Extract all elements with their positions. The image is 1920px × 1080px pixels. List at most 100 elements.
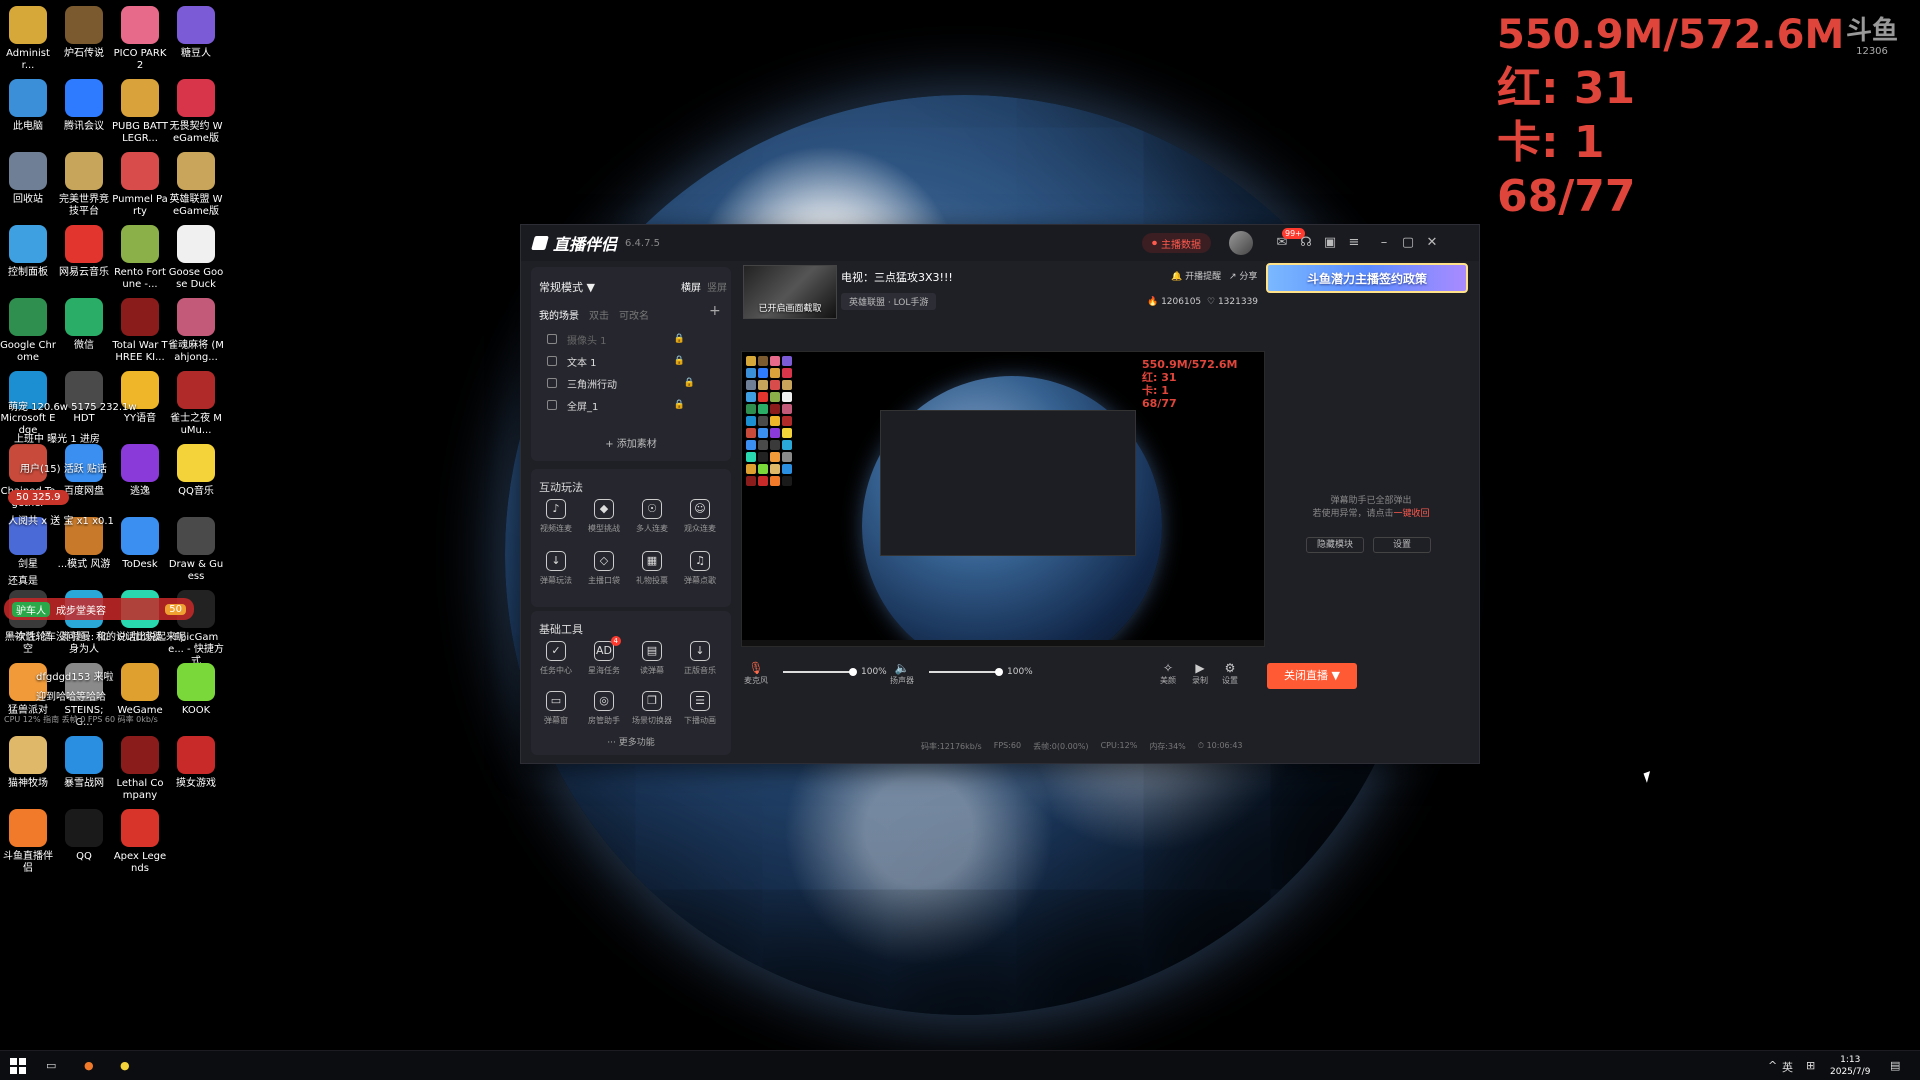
close-icon[interactable]: ✕ <box>1423 234 1441 252</box>
tray-expand-icon[interactable]: ^ <box>1768 1059 1777 1072</box>
lock-icon[interactable]: 🔒 <box>674 334 685 344</box>
headset-icon[interactable]: ☊ <box>1297 234 1315 252</box>
desktop-icon[interactable]: 回收站 <box>0 152 56 206</box>
video-link-button[interactable]: ♪ 视频连麦 <box>533 499 579 534</box>
mic-volume-knob[interactable] <box>849 668 857 676</box>
desktop-icon[interactable]: 猫神牧场 <box>0 736 56 790</box>
desktop-icon[interactable]: 控制面板 <box>0 225 56 279</box>
desktop-icon[interactable]: Administr... <box>0 6 56 72</box>
clock[interactable]: 1:13 2025/7/9 <box>1830 1054 1870 1078</box>
menu-icon[interactable]: ≡ <box>1345 234 1363 252</box>
tab-my-scene[interactable]: 我的场景 <box>539 307 579 322</box>
desktop-icon[interactable]: 摸女游戏 <box>168 736 224 790</box>
desktop-icon[interactable]: 暴雪战网 <box>56 736 112 790</box>
landscape-toggle[interactable]: 横屏 <box>681 279 701 294</box>
avatar[interactable] <box>1229 231 1253 255</box>
end-animation-button[interactable]: ☰ 下播动画 <box>677 691 723 726</box>
music-button[interactable]: ↓ 正版音乐 <box>677 641 723 676</box>
title-bar[interactable]: 直播伴侣 6.4.7.5 ⏺ 主播数据 ✉ 99+ ☊ ▣ ≡ – ▢ ✕ <box>521 225 1479 261</box>
audience-link-button[interactable]: ☺ 观众连麦 <box>677 499 723 534</box>
add-scene-icon[interactable]: + <box>709 303 721 319</box>
desktop-icon[interactable]: 腾讯会议 <box>56 79 112 133</box>
desktop-icon[interactable]: 雀士之夜 MuMu... <box>168 371 224 437</box>
scene-switcher-button[interactable]: ❐ 场景切换器 <box>629 691 675 726</box>
multi-link-button[interactable]: ☉ 多人连麦 <box>629 499 675 534</box>
lock-icon[interactable]: 🔒 <box>684 378 695 388</box>
task-view-icon[interactable]: ▭ <box>46 1059 56 1072</box>
anchor-pocket-button[interactable]: ◇ 主播口袋 <box>581 551 627 586</box>
stream-preview[interactable]: 550.9M/572.6M 红: 31 卡: 1 68/77 <box>741 351 1265 647</box>
recall-link[interactable]: 一键收回 <box>1394 509 1430 519</box>
desktop-icon[interactable]: 雀魂麻将 (Mahjong... <box>168 298 224 364</box>
douyu-taskbar-icon[interactable]: ● <box>84 1059 94 1072</box>
song-request-button[interactable]: ♫ 弹幕点歌 <box>677 551 723 586</box>
desktop-icon[interactable]: Lethal Company <box>112 736 168 802</box>
side-settings-button[interactable]: 设置 <box>1373 537 1431 553</box>
desktop-icon[interactable]: 完美世界竞技平台 <box>56 152 112 218</box>
source-item[interactable]: 摄像头 1 🔒 <box>539 329 723 349</box>
desktop-icon[interactable]: Apex Legends <box>112 809 168 875</box>
desktop-icon[interactable]: 无畏契约 WeGame版 <box>168 79 224 145</box>
desktop-icon[interactable]: QQ音乐 <box>168 444 224 498</box>
beauty-button[interactable]: ✧ 美颜 <box>1153 661 1183 686</box>
desktop-icon[interactable]: WeGame <box>112 663 168 717</box>
keyboard-icon[interactable]: ⊞ <box>1806 1059 1815 1072</box>
mic-volume-slider[interactable] <box>783 668 857 676</box>
portrait-toggle[interactable]: 竖屏 <box>707 279 727 294</box>
desktop-icon[interactable]: 此电脑 <box>0 79 56 133</box>
desktop-icon[interactable]: Google Chrome <box>0 298 56 364</box>
source-item[interactable]: 三角洲行动 🔒 <box>539 373 723 393</box>
desktop-icon[interactable]: KOOK <box>168 663 224 717</box>
minimize-icon[interactable]: – <box>1375 234 1393 252</box>
speaker-volume-slider[interactable] <box>929 668 1003 676</box>
live-data-button[interactable]: ⏺ 主播数据 <box>1142 233 1211 253</box>
star-task-button[interactable]: AD 4 星海任务 <box>581 636 627 676</box>
task-center-button[interactable]: ✓ 任务中心 <box>533 641 579 676</box>
speaker-volume-knob[interactable] <box>995 668 1003 676</box>
record-button[interactable]: ▶ 录制 <box>1185 661 1215 686</box>
desktop-icon[interactable]: Rento Fortune -... <box>112 225 168 291</box>
room-admin-button[interactable]: ◎ 房管助手 <box>581 691 627 726</box>
desktop-icon[interactable]: ToDesk <box>112 517 168 571</box>
mode-dropdown[interactable]: 常规模式 ▼ <box>539 279 595 295</box>
gift-vote-button[interactable]: ▦ 礼物投票 <box>629 551 675 586</box>
desktop-icon[interactable]: 斗鱼直播伴侣 <box>0 809 56 875</box>
desktop-icon[interactable]: 逃逸 <box>112 444 168 498</box>
lock-icon[interactable]: 🔒 <box>674 356 685 366</box>
notification-icon[interactable]: ▤ <box>1890 1059 1900 1072</box>
ime-indicator[interactable]: 英 <box>1782 1059 1793 1075</box>
desktop-icon[interactable]: Pummel Party <box>112 152 168 218</box>
desktop-icon[interactable]: PUBG BATTLEGR... <box>112 79 168 145</box>
message-icon[interactable]: ✉ 99+ <box>1273 228 1305 252</box>
source-item[interactable]: 文本 1 🔒 <box>539 351 723 371</box>
danmaku-window-button[interactable]: ▭ 弹幕窗 <box>533 691 579 726</box>
chrome-taskbar-icon[interactable]: ● <box>120 1059 130 1072</box>
hide-module-button[interactable]: 隐藏模块 <box>1306 537 1364 553</box>
model-challenge-button[interactable]: ◆ 模型挑战 <box>581 499 627 534</box>
share-button[interactable]: ↗ 分享 <box>1229 269 1257 282</box>
desktop-icon[interactable]: PICO PARK 2 <box>112 6 168 72</box>
room-title[interactable]: 电视：三点猛攻3X3!!! <box>841 269 953 285</box>
settings-button[interactable]: ⚙ 设置 <box>1215 661 1245 686</box>
desktop-icon[interactable]: Total War THREE KI... <box>112 298 168 364</box>
desktop-icon[interactable]: Draw & Guess <box>168 517 224 583</box>
maximize-icon[interactable]: ▢ <box>1399 234 1417 252</box>
open-remind-button[interactable]: 🔔 开播提醒 <box>1171 269 1221 282</box>
desktop-icon[interactable]: 网易云音乐 <box>56 225 112 279</box>
desktop-icon[interactable]: 炉石传说 <box>56 6 112 60</box>
desktop-icon[interactable]: 微信 <box>56 298 112 352</box>
desktop-icon[interactable]: Goose Goose Duck <box>168 225 224 291</box>
promo-banner[interactable]: 斗鱼潜力主播签约政策 <box>1266 263 1468 293</box>
desktop-icon[interactable]: QQ <box>56 809 112 863</box>
cover-image[interactable]: 已开启画面截取 <box>743 265 837 319</box>
room-category[interactable]: 英雄联盟 · LOL手游 <box>841 293 937 310</box>
gift-icon[interactable]: ▣ <box>1321 234 1339 252</box>
add-material-button[interactable]: + 添加素材 <box>531 435 731 450</box>
stop-live-button[interactable]: 关闭直播 ▼ <box>1267 663 1357 689</box>
speaker-button[interactable]: 🔈 扬声器 <box>887 661 917 686</box>
read-danmaku-button[interactable]: ▤ 读弹幕 <box>629 641 675 676</box>
danmaku-play-button[interactable]: ↓ 弹幕玩法 <box>533 551 579 586</box>
lock-icon[interactable]: 🔒 <box>674 400 685 410</box>
desktop-icon[interactable]: 英雄联盟 WeGame版 <box>168 152 224 218</box>
source-item[interactable]: 全屏_1 🔒 <box>539 395 723 415</box>
